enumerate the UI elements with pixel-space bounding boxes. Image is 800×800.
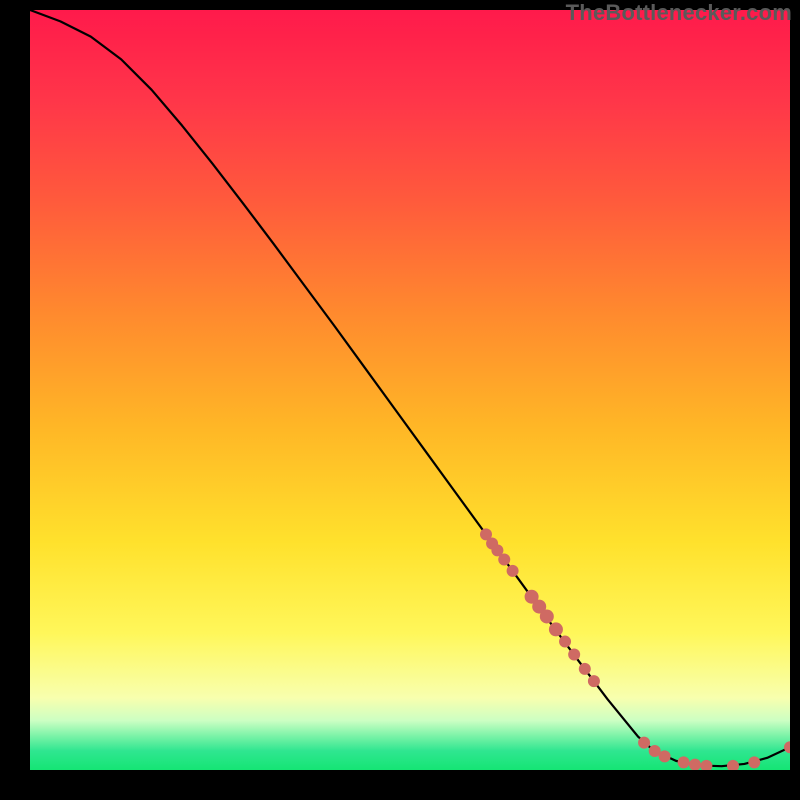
highlight-dot: [507, 565, 519, 577]
heat-gradient: [30, 10, 790, 770]
highlight-dot: [588, 675, 600, 687]
highlight-dot: [498, 553, 510, 565]
highlight-dot: [540, 609, 554, 623]
highlight-dot: [559, 636, 571, 648]
highlight-dot: [659, 750, 671, 762]
highlight-dot: [748, 756, 760, 768]
highlight-dot: [568, 648, 580, 660]
watermark: TheBottlenecker.com: [566, 0, 792, 26]
highlight-dot: [638, 737, 650, 749]
chart-canvas: [30, 10, 790, 770]
highlight-dot: [549, 622, 563, 636]
highlight-dot: [678, 756, 690, 768]
highlight-dot: [579, 663, 591, 675]
bottleneck-chart: [30, 10, 790, 770]
